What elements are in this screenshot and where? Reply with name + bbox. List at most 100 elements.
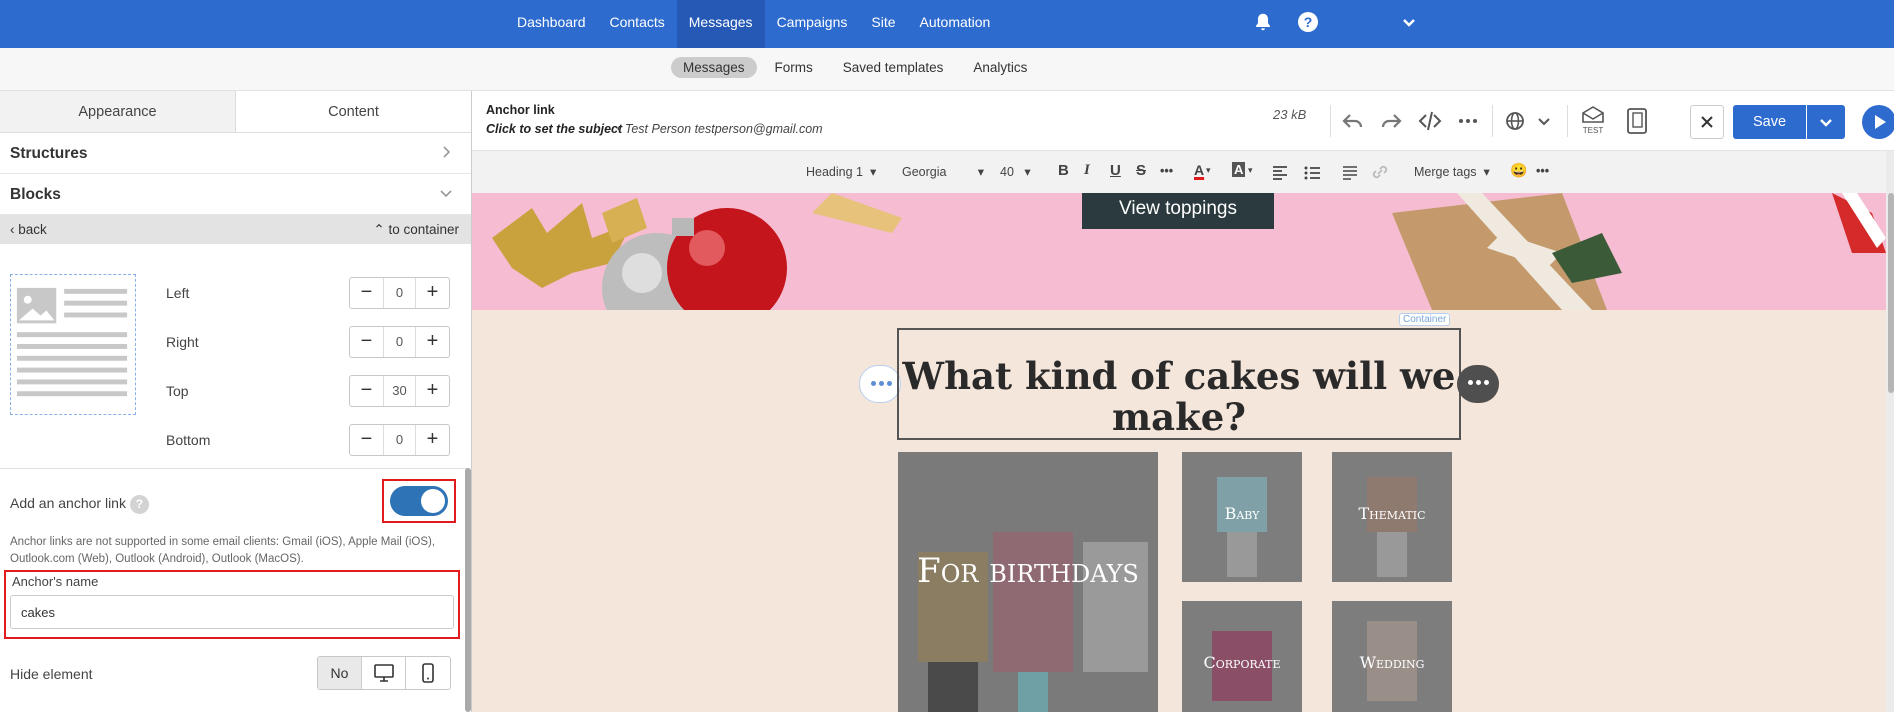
save-button[interactable]: Save [1733, 105, 1806, 139]
help-icon[interactable]: ? [129, 495, 149, 514]
merge-tags-select[interactable]: Merge tags ▾ [1414, 164, 1490, 179]
test-email-icon[interactable]: TEST [1580, 105, 1606, 135]
hide-desktop-button[interactable] [362, 657, 406, 689]
nav-dashboard[interactable]: Dashboard [505, 0, 598, 48]
font-color-button[interactable]: A [1194, 162, 1204, 178]
block-menu-left[interactable] [859, 365, 901, 403]
editor-scrollbar[interactable] [1888, 193, 1894, 393]
nav-messages[interactable]: Messages [676, 0, 765, 48]
padding-right-value[interactable]: 0 [383, 327, 416, 357]
view-toppings-button[interactable]: View toppings [1082, 193, 1274, 229]
padding-left-value[interactable]: 0 [383, 278, 416, 308]
blocks-section[interactable]: Blocks [0, 174, 471, 215]
cake-card-baby[interactable]: Baby [1182, 452, 1302, 582]
subnav-saved-templates[interactable]: Saved templates [831, 57, 956, 78]
globe-icon[interactable] [1503, 109, 1527, 133]
section-heading[interactable]: What kind of cakes will we make? [899, 356, 1459, 438]
decrement-button[interactable]: − [350, 278, 383, 308]
panel-scrollbar[interactable] [465, 468, 471, 712]
heading-block[interactable]: What kind of cakes will we make? [897, 328, 1461, 440]
top-navigation: Dashboard Contacts Messages Campaigns Si… [0, 0, 1894, 48]
undo-icon[interactable] [1341, 109, 1365, 133]
structures-section[interactable]: Structures [0, 133, 471, 174]
nav-site[interactable]: Site [859, 0, 907, 48]
list-icon[interactable] [1302, 162, 1322, 182]
mobile-preview-icon[interactable] [1626, 107, 1648, 135]
align-icon[interactable] [1270, 162, 1290, 182]
redo-icon[interactable] [1379, 109, 1403, 133]
nav-campaigns[interactable]: Campaigns [765, 0, 860, 48]
divider [1567, 105, 1568, 137]
underline-button[interactable]: U [1110, 162, 1121, 179]
cake-card-corporate[interactable]: Corporate [1182, 601, 1302, 712]
increment-button[interactable]: + [416, 425, 449, 455]
padding-bottom-stepper: − 0 + [349, 424, 450, 456]
heading-select[interactable]: Heading 1 ▾ [806, 164, 876, 179]
padding-left-row: Left − 0 + [166, 277, 456, 309]
bell-icon[interactable] [1252, 11, 1274, 33]
cake-card-thematic[interactable]: Thematic [1332, 452, 1452, 582]
desktop-icon [373, 664, 394, 682]
email-subject[interactable]: Click to set the subject [486, 122, 622, 136]
test-label: TEST [1582, 126, 1604, 135]
hide-none-button[interactable]: No [318, 657, 362, 689]
padding-left-label: Left [166, 285, 190, 301]
email-size: 23 kB [1273, 107, 1307, 122]
cake-card-birthdays[interactable]: For birthdays [898, 452, 1158, 712]
more-toolbar-button[interactable]: ••• [1536, 164, 1549, 178]
content-container: Container What kind of cakes will we mak… [472, 310, 1886, 712]
chevron-down-icon[interactable] [1532, 109, 1556, 133]
line-height-icon[interactable] [1340, 162, 1360, 182]
padding-top-label: Top [166, 383, 189, 399]
increment-button[interactable]: + [416, 278, 449, 308]
cake-card-wedding[interactable]: Wedding [1332, 601, 1452, 712]
font-select[interactable]: Georgia ▾ [902, 164, 984, 179]
increment-button[interactable]: + [416, 376, 449, 406]
back-link[interactable]: ‹ back [10, 222, 47, 237]
decrement-button[interactable]: − [350, 327, 383, 357]
subnav-analytics[interactable]: Analytics [961, 57, 1039, 78]
font-size-select[interactable]: 40 ▾ [1000, 164, 1031, 179]
more-formatting-button[interactable]: ••• [1160, 164, 1173, 178]
merge-tags-label: Merge tags [1414, 165, 1477, 179]
help-icon[interactable]: ? [1298, 12, 1318, 32]
decrement-button[interactable]: − [350, 376, 383, 406]
bold-button[interactable]: B [1058, 162, 1069, 179]
increment-button[interactable]: + [416, 327, 449, 357]
tab-content[interactable]: Content [236, 91, 471, 132]
anchor-link-text: Add an anchor link [10, 495, 126, 511]
more-icon[interactable] [1456, 109, 1480, 133]
to-container-link[interactable]: ⌃ to container [373, 222, 459, 238]
tab-appearance[interactable]: Appearance [0, 91, 236, 132]
padding-bottom-value[interactable]: 0 [383, 425, 416, 455]
padding-section: Left − 0 + Right − 0 + Top − 30 + Bottom… [0, 244, 471, 474]
padding-right-stepper: − 0 + [349, 326, 450, 358]
decrement-button[interactable]: − [350, 425, 383, 455]
chevron-right-icon [443, 146, 451, 158]
envelope-icon [1582, 106, 1604, 123]
hide-mobile-button[interactable] [406, 657, 450, 689]
emoji-button[interactable]: 😀 [1510, 162, 1527, 179]
container-label[interactable]: Container [1399, 313, 1451, 326]
strikethrough-button[interactable]: S [1136, 162, 1146, 179]
italic-button[interactable]: I [1084, 162, 1090, 179]
background-color-button[interactable]: A [1232, 162, 1246, 177]
padding-top-value[interactable]: 30 [383, 376, 416, 406]
toggle-knob [421, 489, 445, 513]
chevron-down-icon[interactable] [1399, 13, 1419, 33]
text-toolbar: Heading 1 ▾ Georgia ▾ 40 ▾ B I U S ••• A… [472, 151, 1886, 193]
anchor-link-toggle[interactable] [390, 486, 448, 516]
save-options-button[interactable] [1807, 105, 1845, 139]
nav-automation[interactable]: Automation [908, 0, 1003, 48]
subnav-messages[interactable]: Messages [671, 57, 757, 78]
block-menu-right[interactable] [1457, 365, 1499, 403]
send-button[interactable] [1862, 105, 1894, 139]
subnav-forms[interactable]: Forms [763, 57, 825, 78]
divider [1330, 105, 1331, 137]
code-icon[interactable] [1418, 109, 1442, 133]
anchor-name-input[interactable] [10, 595, 454, 629]
nav-contacts[interactable]: Contacts [598, 0, 677, 48]
close-button[interactable] [1690, 105, 1724, 139]
link-icon[interactable] [1370, 162, 1390, 182]
more-icon [1468, 380, 1489, 385]
